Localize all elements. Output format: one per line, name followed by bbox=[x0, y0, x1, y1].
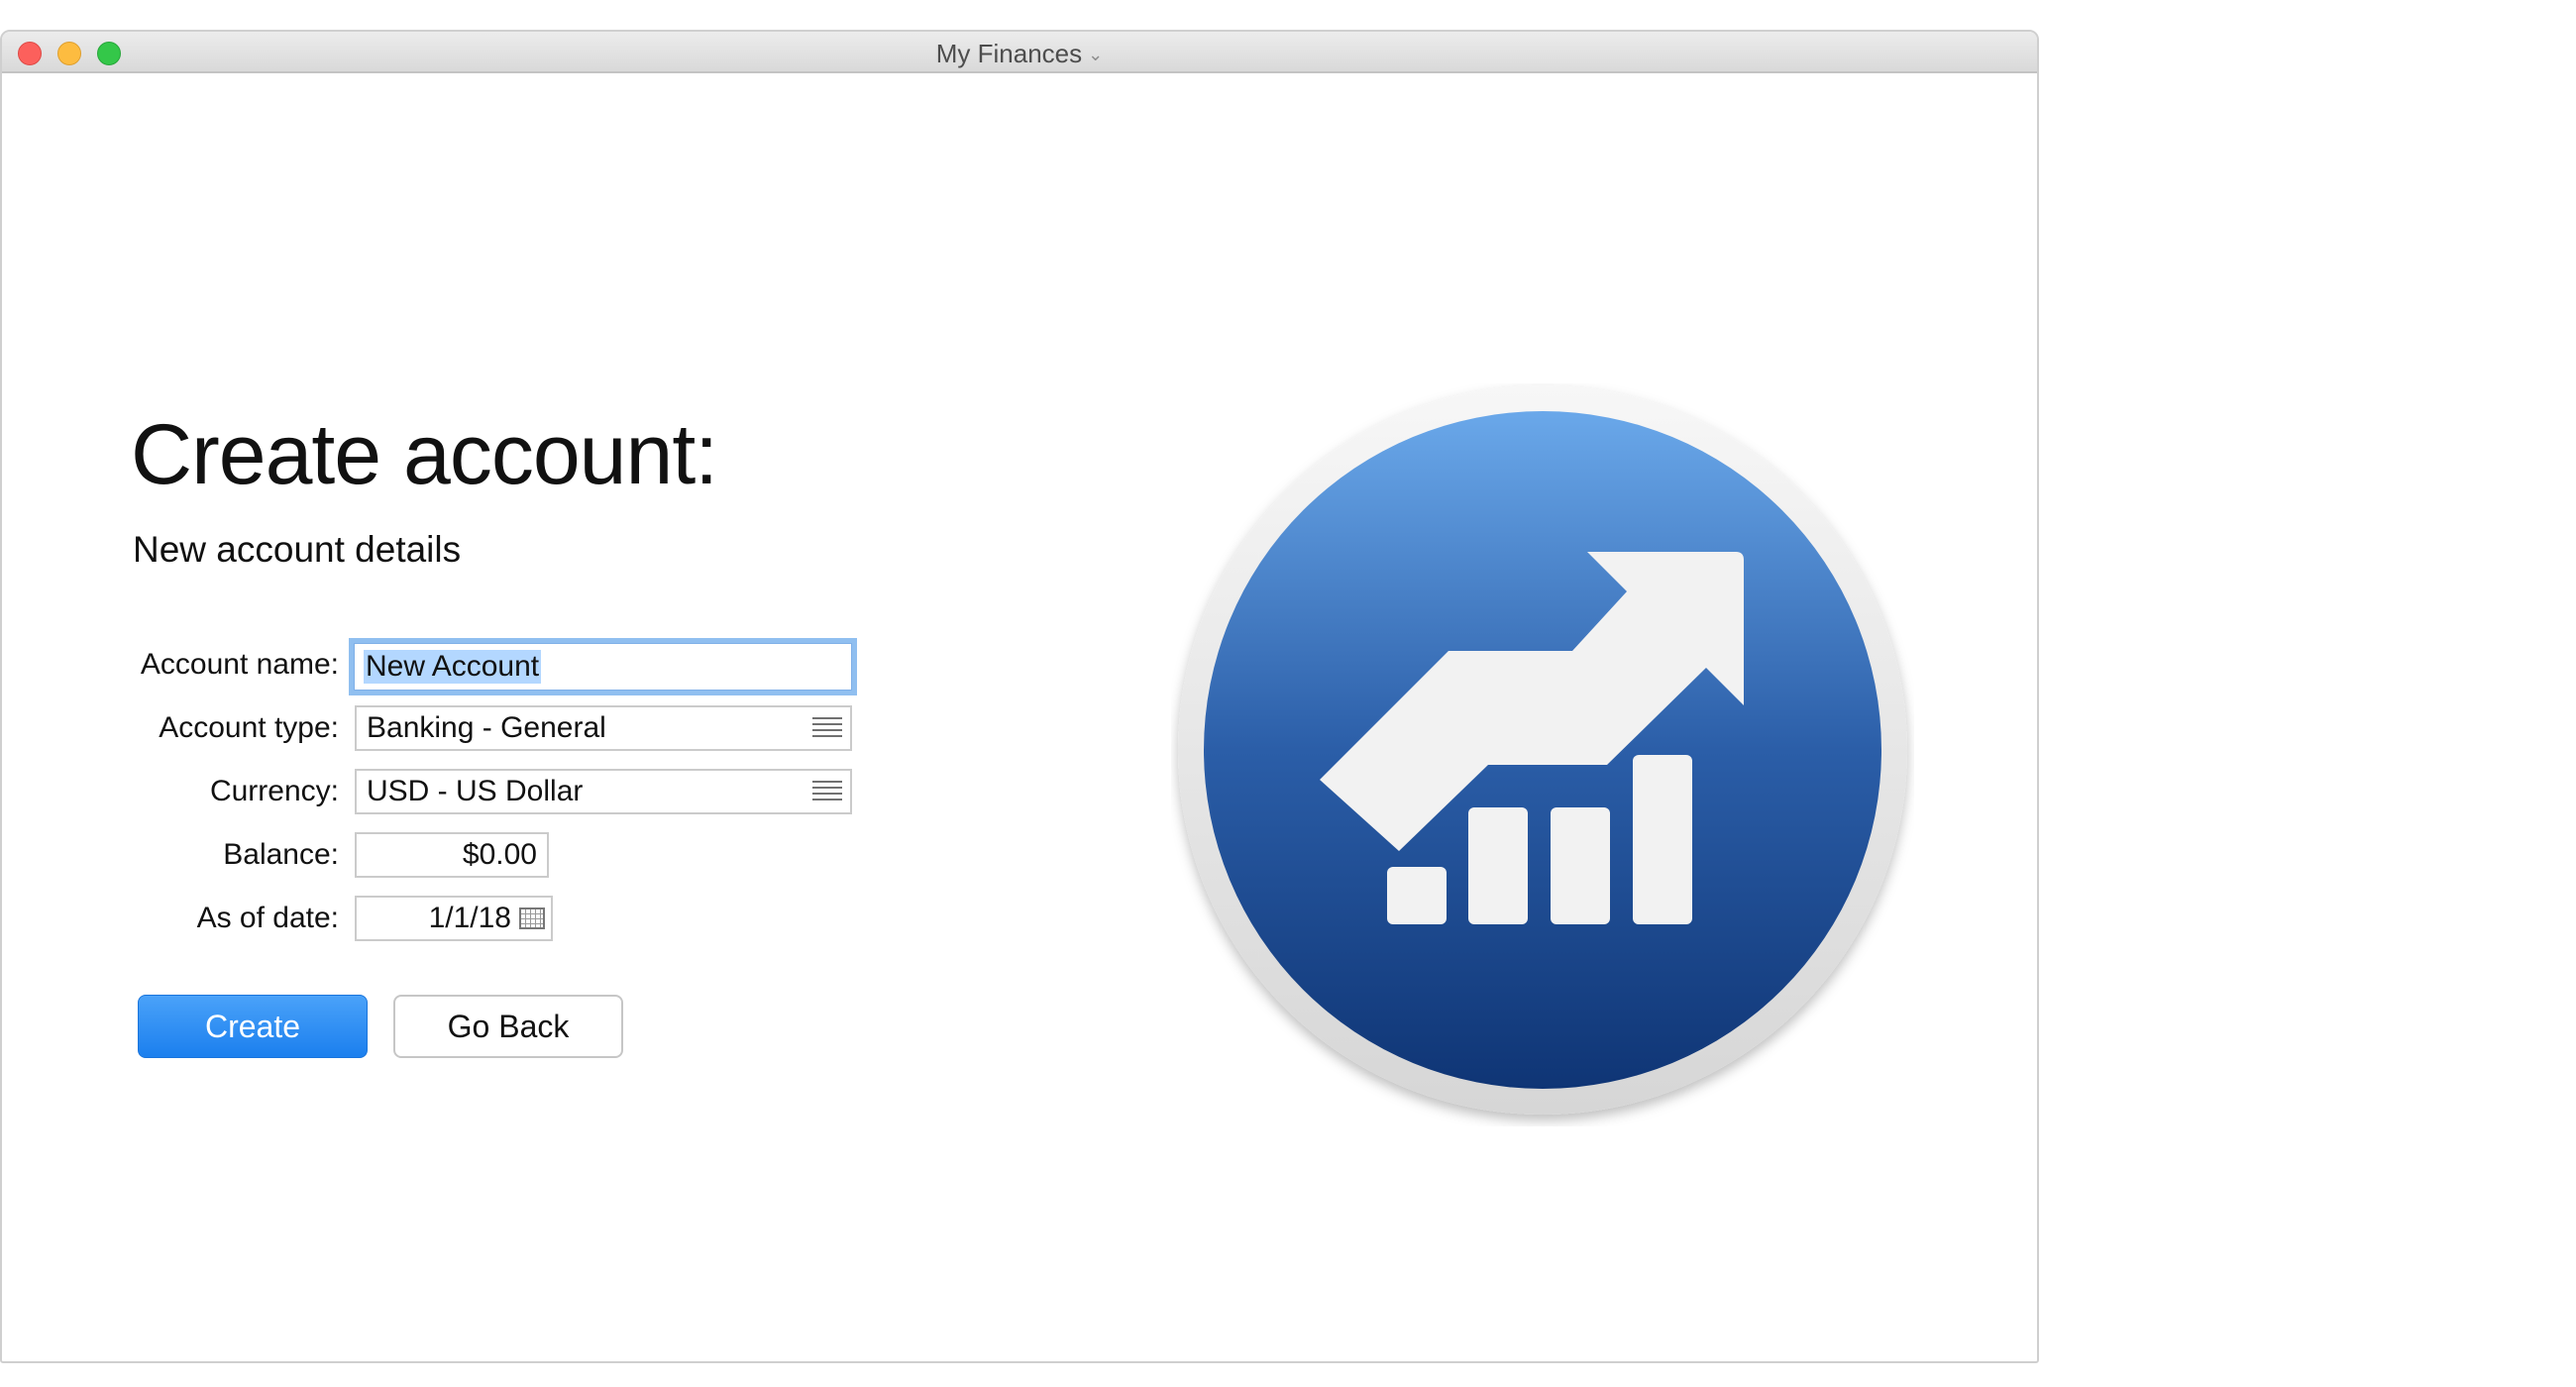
account-name-field[interactable]: New Account bbox=[349, 638, 857, 695]
page-title: Create account: bbox=[131, 407, 718, 502]
go-back-button[interactable]: Go Back bbox=[393, 995, 623, 1058]
account-type-value: Banking - General bbox=[367, 711, 606, 744]
finance-growth-chart-icon bbox=[1178, 385, 1907, 1115]
balance-field[interactable]: $0.00 bbox=[355, 832, 549, 878]
account-type-label: Account type: bbox=[159, 711, 339, 744]
account-name-value: New Account bbox=[364, 650, 542, 684]
calendar-icon[interactable] bbox=[519, 907, 545, 929]
balance-value: $0.00 bbox=[462, 838, 537, 871]
currency-value: USD - US Dollar bbox=[367, 775, 584, 807]
account-type-select[interactable]: Banking - General bbox=[355, 705, 852, 751]
create-button[interactable]: Create bbox=[138, 995, 368, 1058]
app-window: My Finances ⌄ Create account: New account… bbox=[0, 30, 2039, 1363]
balance-label: Balance: bbox=[223, 838, 339, 871]
title-bar: My Finances ⌄ bbox=[2, 32, 2037, 73]
as-of-date-picker[interactable]: 1/1/18 bbox=[355, 896, 553, 941]
account-name-label: Account name: bbox=[140, 648, 339, 681]
currency-label: Currency: bbox=[209, 775, 339, 807]
as-of-date-label: As of date: bbox=[196, 902, 339, 934]
chevron-down-icon: ⌄ bbox=[1088, 45, 1104, 64]
menu-lines-icon bbox=[812, 781, 842, 802]
window-title-text: My Finances bbox=[935, 39, 1083, 68]
as-of-date-value: 1/1/18 bbox=[428, 902, 511, 934]
currency-select[interactable]: USD - US Dollar bbox=[355, 769, 852, 814]
menu-lines-icon bbox=[812, 717, 842, 739]
section-subtitle: New account details bbox=[133, 529, 462, 570]
window-title[interactable]: My Finances ⌄ bbox=[2, 32, 2037, 71]
